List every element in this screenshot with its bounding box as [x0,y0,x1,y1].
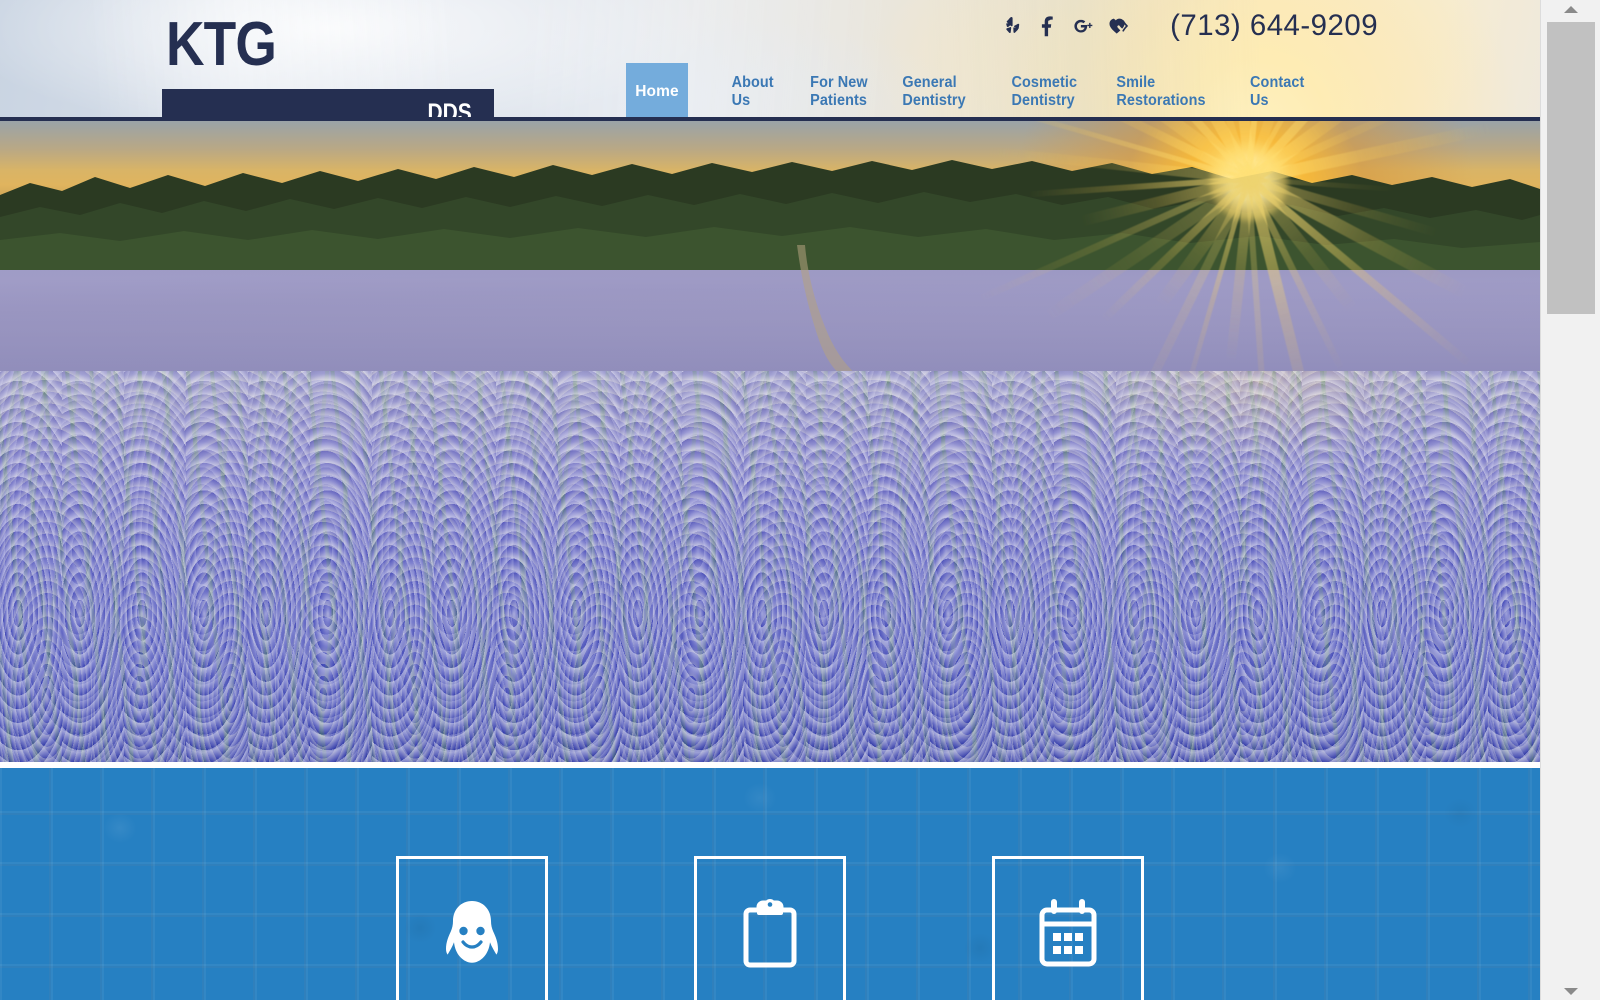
scrollbar-up-arrow[interactable] [1541,0,1600,18]
hero-banner-image [0,121,1540,762]
phone-number[interactable]: (713) 644-9209 [1170,9,1378,43]
feature-cards-row [0,856,1540,1000]
feature-card-appointment[interactable] [992,856,1144,1000]
calendar-icon [1038,899,1098,969]
nav-item-label: For New Patients [810,73,868,109]
hero-bluebonnet-field [0,371,1540,762]
nav-item-about-us[interactable]: About Us [732,63,774,120]
nav-item-label: Home [635,82,679,100]
browser-page: KTG DDS (713) 644-9209 Home About Us For… [0,0,1600,1000]
vertical-scrollbar[interactable] [1540,0,1600,1000]
nav-item-for-new-patients[interactable]: For New Patients [810,63,868,120]
site-header: KTG DDS (713) 644-9209 Home About Us For… [0,0,1540,121]
nav-spacer [968,63,1009,120]
scrollbar-down-arrow[interactable] [1541,982,1600,1000]
nav-item-contact-us[interactable]: Contact Us [1250,63,1304,120]
patient-face-icon [439,899,505,971]
primary-navigation: Home About Us For New Patients General D… [626,63,1306,120]
nav-spacer [870,63,900,120]
nav-item-label: Smile Restorations [1116,73,1206,109]
nav-item-label: General Dentistry [902,73,966,109]
clipboard-icon [742,899,798,969]
nav-item-general-dentistry[interactable]: General Dentistry [903,63,966,120]
nav-item-home[interactable]: Home [626,63,688,120]
nav-spacer [1080,63,1113,120]
site-logo[interactable]: KTG DDS [162,10,494,121]
nav-spacer [688,63,730,120]
nav-item-label: About Us [731,73,774,109]
feature-cards-section [0,768,1540,1000]
header-utility-bar: (713) 644-9209 [994,9,1380,43]
google-plus-icon[interactable] [1066,9,1102,43]
logo-initials: KTG [166,10,277,79]
nav-item-smile-restorations[interactable]: Smile Restorations [1116,63,1205,120]
nav-item-cosmetic-dentistry[interactable]: Cosmetic Dentistry [1012,63,1078,120]
yelp-icon[interactable] [994,9,1030,43]
nav-spacer [775,63,808,120]
feature-card-patient[interactable] [396,856,548,1000]
page-viewport: KTG DDS (713) 644-9209 Home About Us For… [0,0,1540,1000]
hero-dirt-path [797,245,857,375]
scrollbar-thumb[interactable] [1547,22,1595,314]
nav-item-label: Cosmetic Dentistry [1011,73,1078,109]
nav-spacer [1209,63,1248,120]
nav-item-label: Contact Us [1249,73,1305,109]
chevron-up-icon [1564,5,1578,13]
chevron-down-icon [1564,987,1578,995]
header-divider [0,117,1540,121]
feature-card-forms[interactable] [694,856,846,1000]
facebook-icon[interactable] [1030,9,1066,43]
healthgrades-icon[interactable] [1102,9,1138,43]
